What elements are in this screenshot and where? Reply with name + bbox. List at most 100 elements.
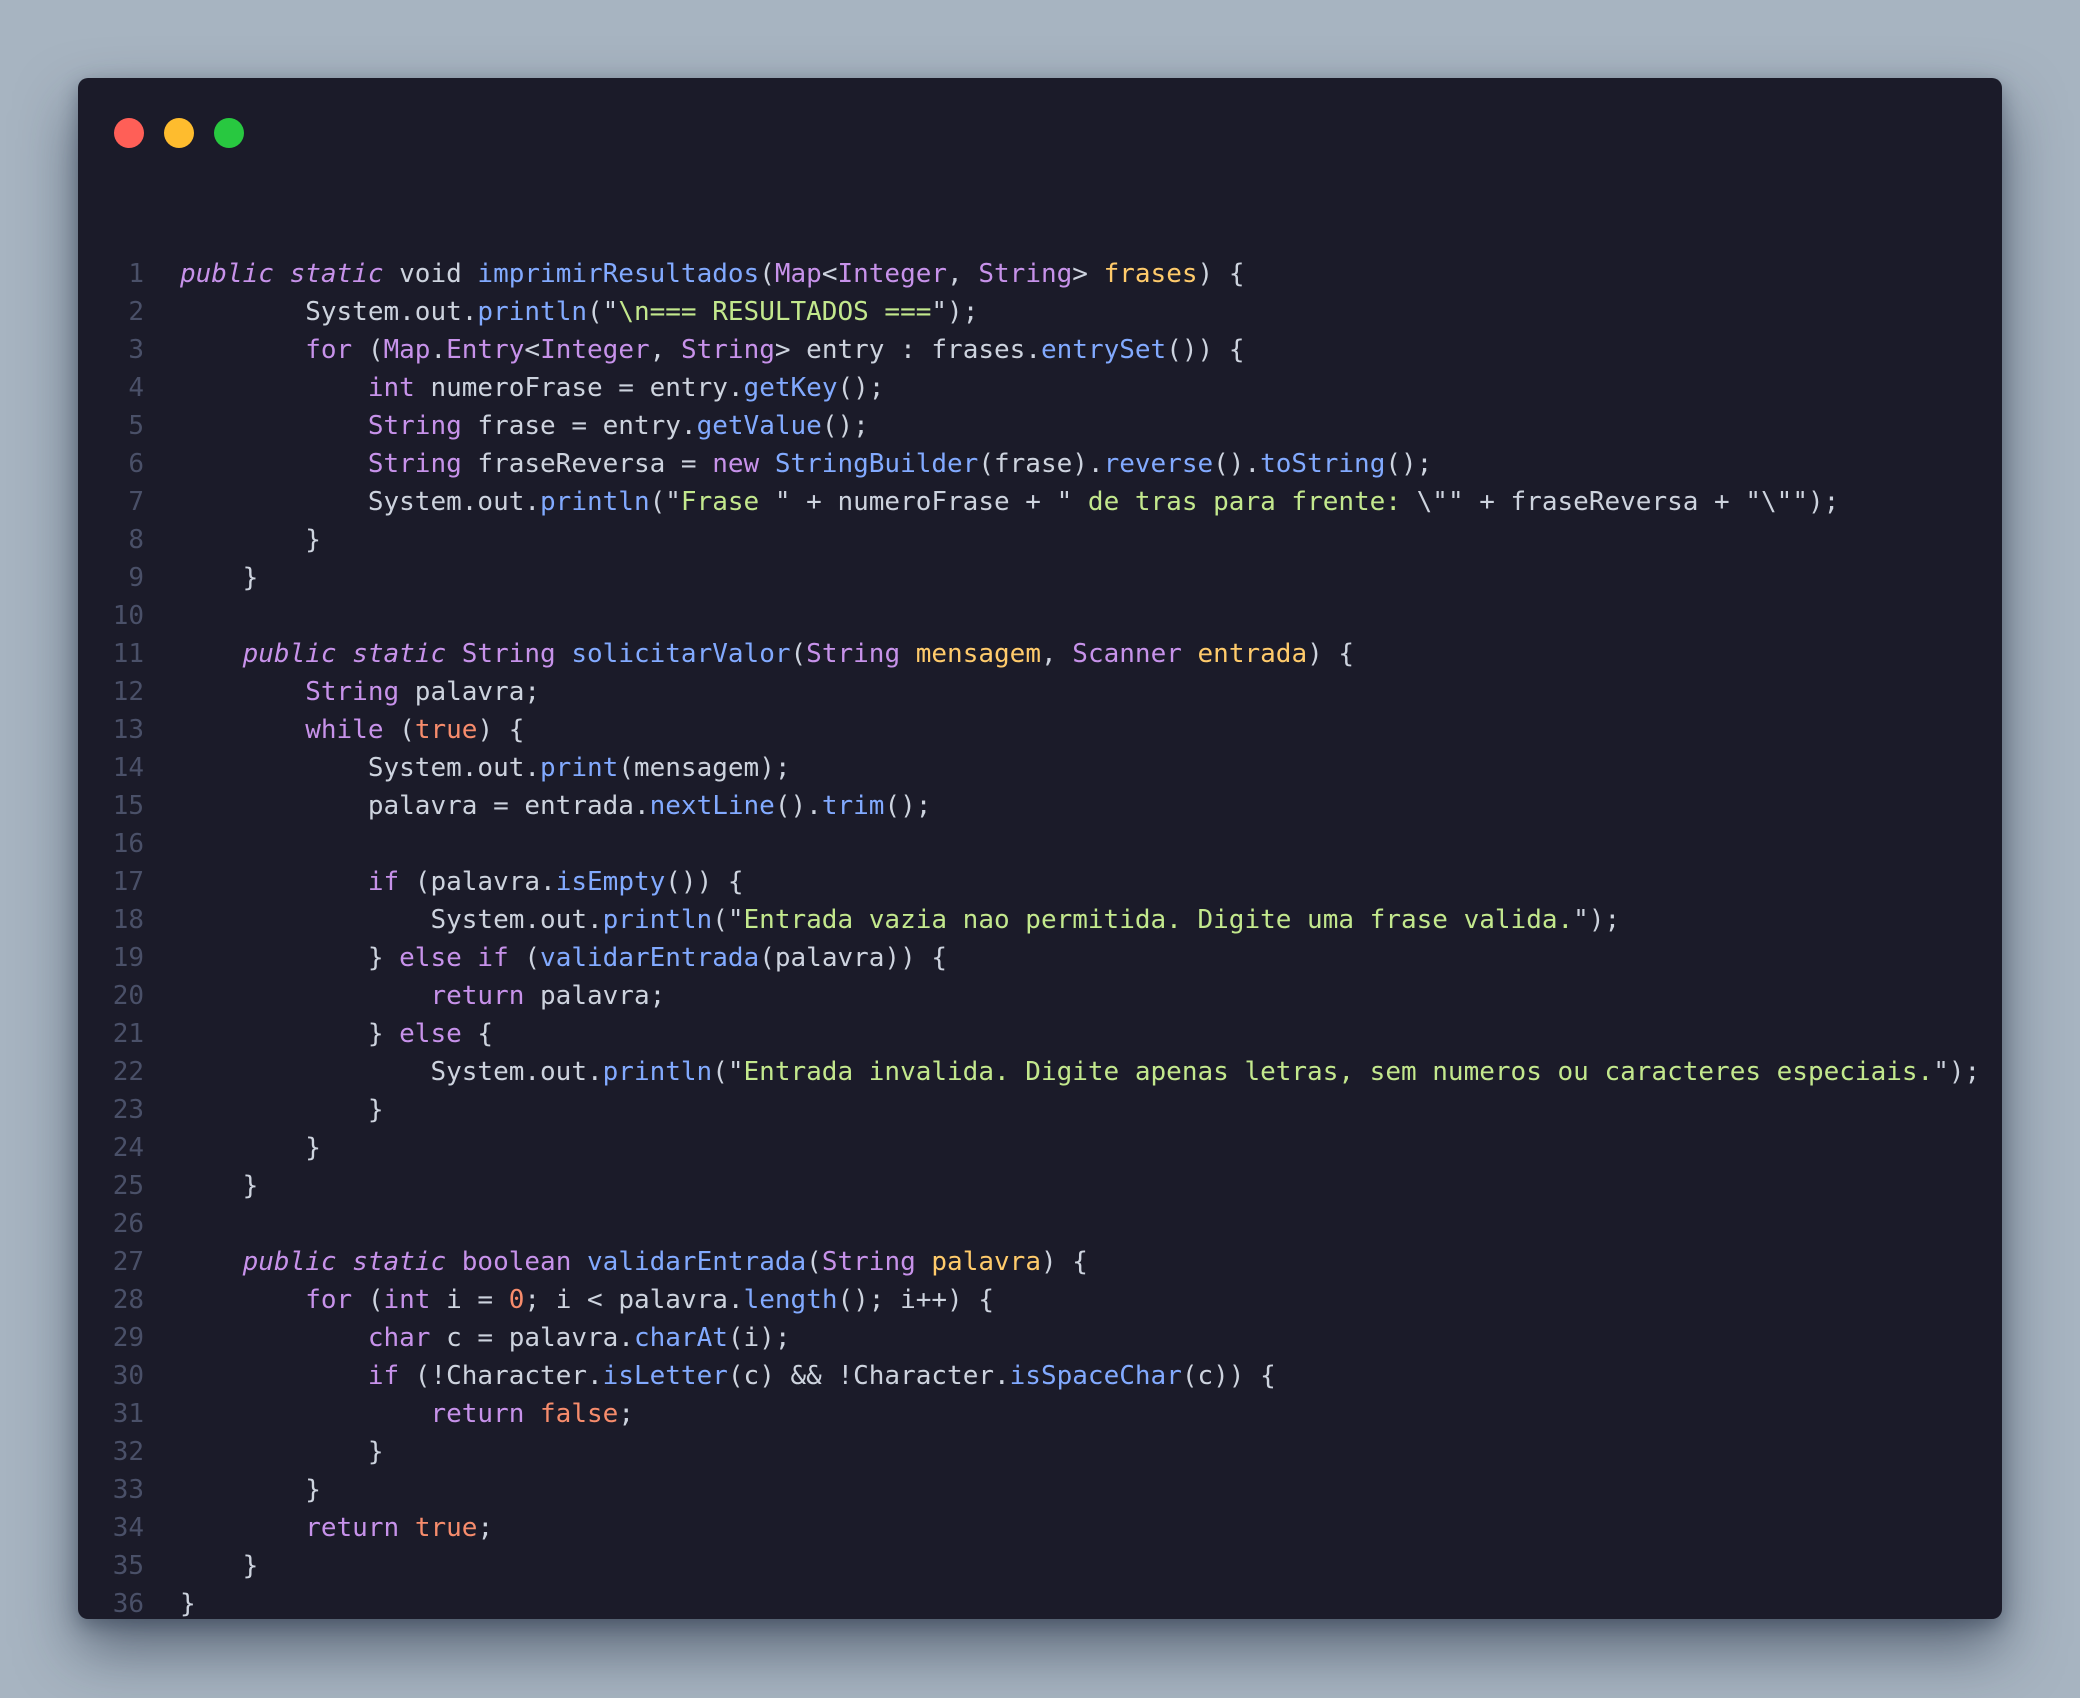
code-text: if (palavra.isEmpty()) {: [180, 863, 744, 901]
code-token: validarEntrada: [587, 1247, 807, 1277]
code-token: Map: [383, 335, 431, 365]
code-token: charAt: [633, 1323, 728, 1353]
code-line: 8 }: [78, 521, 2002, 559]
code-token: reverse: [1103, 449, 1214, 479]
code-text: String frase = entry.getValue();: [180, 407, 869, 445]
code-token: (": [712, 905, 744, 935]
code-token: Entrada vazia nao permitida. Digite uma …: [743, 905, 1574, 935]
code-token: for: [180, 1285, 353, 1315]
line-number: 25: [112, 1171, 144, 1201]
code-token: frase = entry.: [461, 411, 697, 441]
code-token: static: [289, 259, 384, 289]
code-token: }: [180, 1133, 321, 1163]
code-text: }: [180, 559, 259, 597]
code-line: 36}: [78, 1585, 2002, 1619]
code-token: mensagem: [915, 639, 1041, 669]
line-number: 28: [112, 1285, 144, 1315]
code-text: } else if (validarEntrada(palavra)) {: [180, 939, 947, 977]
close-button[interactable]: [114, 118, 144, 148]
code-token: (frase).: [978, 449, 1104, 479]
code-text: return palavra;: [180, 977, 665, 1015]
line-number: 36: [112, 1589, 144, 1619]
code-token: Map: [774, 259, 822, 289]
code-text: return true;: [180, 1509, 493, 1547]
line-number: 32: [112, 1437, 144, 1467]
code-line: 20 return palavra;: [78, 977, 2002, 1015]
code-text: }: [180, 1091, 384, 1129]
code-token: ();: [837, 373, 885, 403]
code-token: System.out.: [180, 905, 603, 935]
line-number: 16: [112, 829, 144, 859]
code-token: }: [180, 1589, 196, 1619]
code-token: .: [430, 335, 447, 365]
code-token: (: [383, 715, 415, 745]
code-text: System.out.println("Frase " + numeroFras…: [180, 483, 1839, 521]
code-token: false: [540, 1399, 619, 1429]
code-line: 32 }: [78, 1433, 2002, 1471]
code-line: 11 public static String solicitarValor(S…: [78, 635, 2002, 673]
code-token: (: [352, 335, 384, 365]
code-token: Scanner: [1072, 639, 1182, 669]
code-text: System.out.println("Entrada vazia nao pe…: [180, 901, 1620, 939]
code-token: }: [180, 1437, 384, 1467]
code-token: Frase: [680, 487, 775, 517]
code-token: ) {: [1307, 639, 1355, 669]
line-number: 7: [128, 487, 144, 517]
code-line: 28 for (int i = 0; i < palavra.length();…: [78, 1281, 2002, 1319]
code-token: String: [461, 639, 556, 669]
code-token: }: [180, 1171, 259, 1201]
line-number: 13: [112, 715, 144, 745]
line-number: 3: [128, 335, 144, 365]
code-token: return: [180, 1513, 400, 1543]
code-token: true: [414, 1513, 478, 1543]
code-token: public: [180, 1247, 337, 1277]
code-token: ");: [1933, 1057, 1981, 1087]
code-token: ();: [821, 411, 869, 441]
code-token: static: [352, 639, 447, 669]
code-token: ()) {: [1166, 335, 1245, 365]
code-token: println: [540, 487, 650, 517]
code-text: System.out.println("\n=== RESULTADOS ===…: [180, 293, 978, 331]
code-token: (: [806, 1247, 822, 1277]
code-window: 1 public static void imprimirResultados(M…: [78, 78, 2002, 1619]
code-text: }: [180, 1129, 321, 1167]
code-line: 18 System.out.println("Entrada vazia nao…: [78, 901, 2002, 939]
code-token: \n=== RESULTADOS ===: [618, 297, 932, 327]
code-text: }: [180, 521, 321, 559]
code-token: \"" + fraseReversa + "\"");: [1416, 487, 1840, 517]
code-line: 33 }: [78, 1471, 2002, 1509]
maximize-button[interactable]: [214, 118, 244, 148]
code-line: 15 palavra = entrada.nextLine().trim();: [78, 787, 2002, 825]
code-token: toString: [1260, 449, 1386, 479]
code-token: (: [508, 943, 541, 973]
code-token: if: [180, 867, 400, 897]
line-number: 24: [112, 1133, 144, 1163]
code-token: (palavra.: [399, 867, 556, 897]
code-line: 25 }: [78, 1167, 2002, 1205]
code-token: while: [180, 715, 384, 745]
line-number: 11: [112, 639, 144, 669]
code-text: while (true) {: [180, 711, 524, 749]
line-number: 9: [128, 563, 144, 593]
code-text: }: [180, 1547, 259, 1585]
code-text: public static boolean validarEntrada(Str…: [180, 1243, 1088, 1281]
code-line: 4 int numeroFrase = entry.getKey();: [78, 369, 2002, 407]
code-token: ;: [477, 1513, 494, 1543]
minimize-button[interactable]: [164, 118, 194, 148]
code-token: println: [477, 297, 587, 327]
code-token: frases: [1103, 259, 1198, 289]
code-line: 13 while (true) {: [78, 711, 2002, 749]
code-editor[interactable]: 1 public static void imprimirResultados(M…: [78, 255, 2002, 1619]
code-token: System.out.: [180, 487, 541, 517]
code-token: getKey: [743, 373, 838, 403]
code-token: if: [180, 1361, 400, 1391]
code-text: }: [180, 1471, 321, 1509]
code-token: (); i++) {: [837, 1285, 995, 1315]
code-line: 31 return false;: [78, 1395, 2002, 1433]
code-text: String palavra;: [180, 673, 540, 711]
